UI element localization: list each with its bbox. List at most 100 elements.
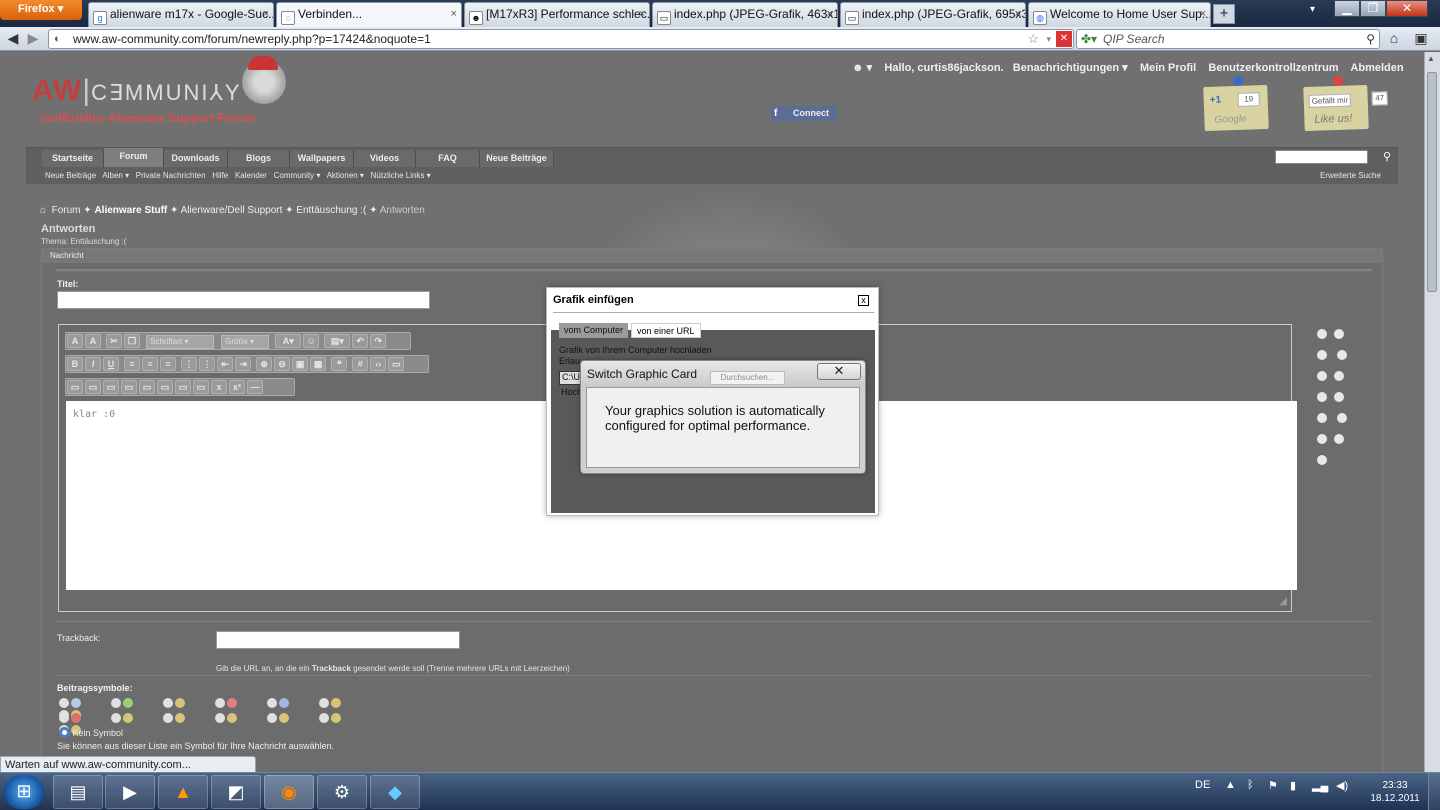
trackback-input[interactable] [216,631,460,649]
dialog-close-button[interactable]: ✕ [817,363,861,380]
font-color-icon[interactable]: A▾ [275,334,302,348]
sublink-albums[interactable]: Alben ▾ [102,171,129,180]
action-center-flag-icon[interactable]: ⚑ [1268,779,1278,792]
sublink-new-posts[interactable]: Neue Beiträge [45,171,96,180]
stop-icon[interactable]: ✕ [1056,31,1072,47]
redo-icon[interactable]: ↷ [370,334,387,348]
resize-handle-icon[interactable]: ◢ [1279,596,1287,607]
symbol-option[interactable] [163,697,189,709]
symbol-option[interactable] [111,697,137,709]
new-tab-button[interactable]: + [1213,4,1235,24]
table-prop-icon[interactable]: ▭ [175,380,191,394]
italic-icon[interactable]: I [85,357,101,371]
undo-icon[interactable]: ↶ [352,334,369,348]
close-tab-icon[interactable]: × [263,3,269,25]
title-input[interactable] [57,291,430,309]
symbol-option[interactable] [215,697,241,709]
breadcrumb-alienware-stuff[interactable]: Alienware Stuff [94,205,167,216]
sublink-community[interactable]: Community ▾ [274,171,321,180]
sublink-actions[interactable]: Aktionen ▾ [327,171,364,180]
steam-icon[interactable]: ⚙ [317,775,367,809]
minimize-icon[interactable]: ▁ [1334,0,1360,17]
close-window-icon[interactable]: ✕ [1386,0,1428,17]
bold-icon[interactable]: B [67,357,83,371]
paste-icon[interactable]: ▤▾ [324,334,351,348]
smilie-icon[interactable] [1317,329,1327,339]
search-icon[interactable]: ⚲ [1366,30,1375,48]
scroll-up-icon[interactable]: ▲ [1427,54,1435,63]
nav-tab-wallpapers[interactable]: Wallpapers [290,150,354,167]
language-indicator[interactable]: DE [1195,779,1210,791]
logout-link[interactable]: Abmelden [1350,62,1403,74]
scrollbar-thumb[interactable] [1427,72,1437,292]
bookmark-star-icon[interactable]: ☆ [1027,30,1039,48]
symbol-option[interactable] [59,697,85,709]
advanced-search-link[interactable]: Erweiterte Suche [1320,171,1381,180]
url-bar[interactable]: ◐ www.aw-community.com/forum/newreply.ph… [48,29,1074,49]
sublink-calendar[interactable]: Kalender [235,171,267,180]
align-left-icon[interactable]: ≡ [124,357,141,371]
tab-from-url[interactable]: von einer URL [631,323,701,338]
align-right-icon[interactable]: ≡ [160,357,177,371]
site-identity-icon[interactable]: ◐ [54,30,61,48]
remove-format-icon[interactable]: A [67,334,83,348]
firefox-icon[interactable]: ◉ [264,775,314,809]
symbol-option[interactable] [163,712,189,724]
sublink-useful-links[interactable]: Nützliche Links ▾ [371,171,431,180]
user-cp-link[interactable]: Benutzerkontrollzentrum [1208,62,1338,74]
media-player-icon[interactable]: ▶ [105,775,155,809]
smilie-icon[interactable] [1334,434,1344,444]
subscript-icon[interactable]: x [211,380,227,394]
tab-index-jpeg-2[interactable]: ▭ index.php (JPEG-Grafik, 695x3... × [840,2,1026,27]
clock[interactable]: 23:33 18.12.2011 [1368,779,1422,805]
symbol-option[interactable] [319,712,345,724]
indent-icon[interactable]: ⇥ [235,357,252,371]
addon-icon[interactable]: ▣ [1412,30,1430,48]
app-icon[interactable]: ◩ [211,775,261,809]
bullet-list-icon[interactable]: ⋮ [199,357,216,371]
dropdown-icon[interactable]: ▾ [1046,30,1051,48]
hr-icon[interactable]: — [247,380,263,394]
tab-google-search[interactable]: g alienware m17x - Google-Suc... × [88,2,274,27]
smilie-icon[interactable] [1334,371,1344,381]
smilie-icon[interactable] [1317,392,1327,402]
nav-tab-startseite[interactable]: Startseite [42,150,104,167]
video-icon[interactable]: ▦ [310,357,327,371]
tab-index-jpeg-1[interactable]: ▭ index.php (JPEG-Grafik, 463x1... × [652,2,838,27]
facebook-like-widget[interactable]: Gefällt mir 47 Like us! [1303,75,1388,132]
smilie-icon[interactable] [1334,329,1344,339]
tab-verbinden[interactable]: ◌ Verbinden... × [276,2,462,27]
symbol-option[interactable] [319,697,345,709]
search-input[interactable]: ✤▾ QIP Search ⚲ [1076,29,1380,49]
table-cell-icon[interactable]: ▭ [193,380,209,394]
underline-icon[interactable]: U [103,357,119,371]
show-desktop-button[interactable] [1428,773,1440,810]
browse-button[interactable]: Durchsuchen... [710,371,785,385]
home-icon[interactable]: ⌂ [1385,30,1403,48]
close-tab-icon[interactable]: × [1200,3,1206,25]
table-merge-icon[interactable]: ▭ [121,380,137,394]
folder-icon[interactable]: ▤ [53,775,103,809]
site-search-input[interactable] [1275,150,1368,164]
cut-icon[interactable]: ✂ [106,334,123,348]
table-col-icon[interactable]: ▭ [103,380,119,394]
nav-tab-videos[interactable]: Videos [354,150,416,167]
vlc-icon[interactable]: ▲ [158,775,208,809]
show-hidden-icons[interactable]: ▲ [1225,779,1236,791]
site-logo[interactable]: AW|C∃MMUNI⅄Y [32,74,242,108]
maximize-icon[interactable]: ❐ [1360,0,1386,17]
nav-tab-forum[interactable]: Forum [104,148,164,167]
outdent-icon[interactable]: ⇤ [217,357,234,371]
tab-list-icon[interactable]: ▾ [1310,4,1315,15]
sublink-help[interactable]: Hilfe [212,171,228,180]
breadcrumb-support[interactable]: Alienware/Dell Support [181,205,283,216]
nav-tab-downloads[interactable]: Downloads [164,150,228,167]
close-tab-icon[interactable]: × [827,3,833,25]
facebook-connect-button[interactable]: f Connect [771,106,837,121]
tab-m17xr3[interactable]: ☻ [M17xR3] Performance schlec... × [464,2,650,27]
breadcrumb-thread[interactable]: Enttäuschung :( [296,205,366,216]
bluetooth-icon[interactable]: ᛒ [1247,779,1254,791]
nav-tab-faq[interactable]: FAQ [416,150,480,167]
table-icon[interactable]: ▭ [67,380,83,394]
start-button[interactable]: ⊞ [4,775,44,809]
